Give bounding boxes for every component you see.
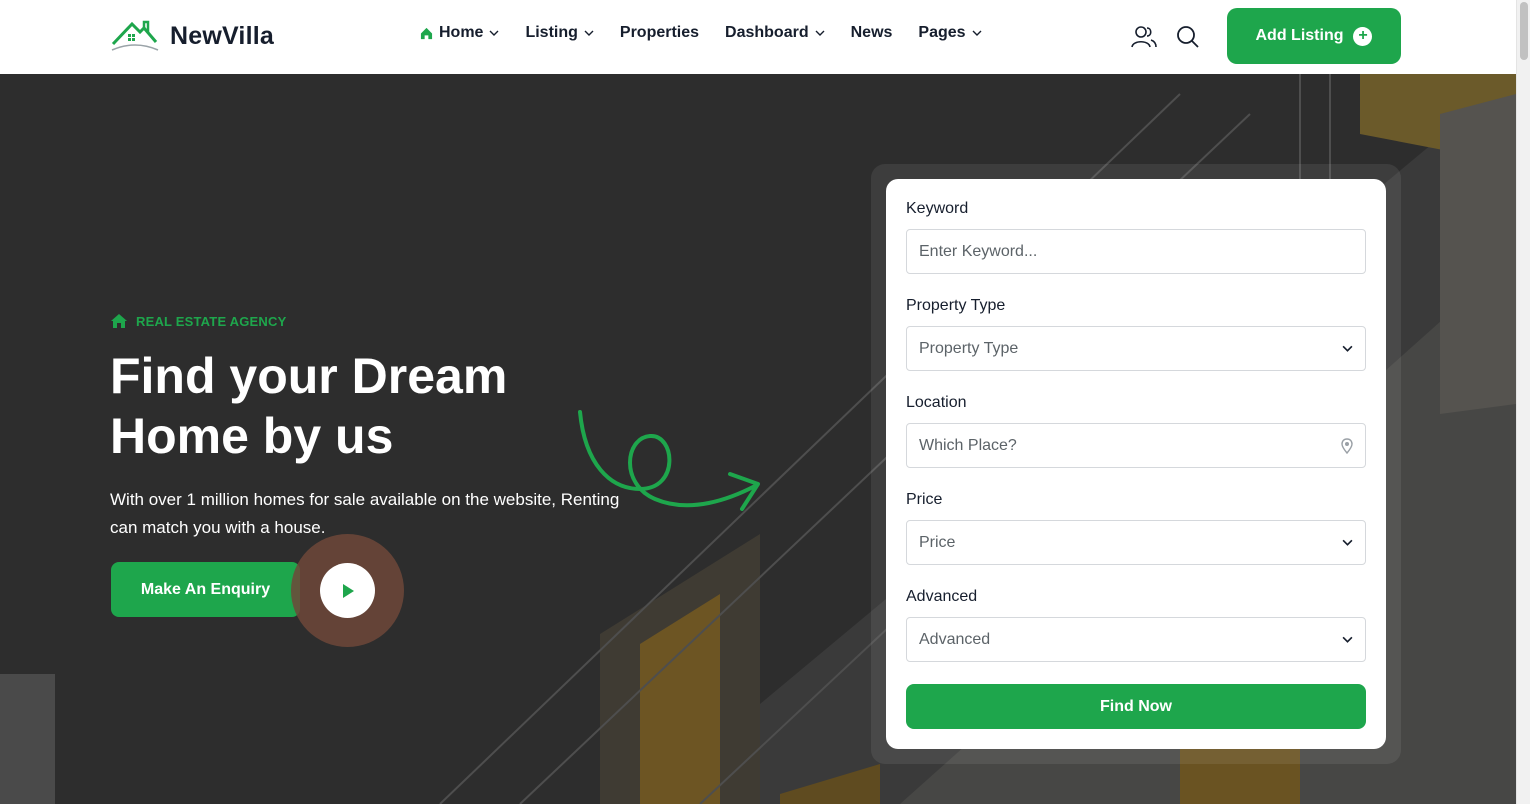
scrollbar-thumb[interactable] [1520, 2, 1528, 60]
price-value: Price [919, 533, 956, 551]
nav-label-news: News [850, 24, 893, 41]
chevron-down-icon [1342, 345, 1353, 352]
chevron-down-icon [972, 30, 982, 36]
home-icon [420, 27, 433, 39]
page-scrollbar[interactable] [1516, 0, 1530, 804]
chevron-down-icon [1342, 539, 1353, 546]
add-listing-button[interactable]: Add Listing + [1227, 8, 1401, 64]
make-enquiry-button[interactable]: Make An Enquiry [111, 562, 300, 617]
nav-item-listing[interactable]: Listing [525, 24, 594, 42]
house-icon [111, 314, 127, 328]
chevron-down-icon [1342, 636, 1353, 643]
nav-item-properties[interactable]: Properties [620, 24, 699, 42]
play-circle [320, 563, 375, 618]
house-logo-icon [111, 20, 159, 51]
search-icon[interactable] [1175, 24, 1201, 50]
keyword-input[interactable]: Enter Keyword... [906, 229, 1366, 274]
nav-label-home: Home [439, 24, 484, 41]
nav-item-home[interactable]: Home [420, 24, 499, 42]
curly-arrow-icon [578, 410, 760, 511]
hero-section: REAL ESTATE AGENCY Find your Dream Home … [0, 74, 1516, 804]
price-select[interactable]: Price [906, 520, 1366, 565]
keyword-placeholder: Enter Keyword... [919, 242, 1038, 260]
main-nav: Home Listing Properties Dashboard News P… [420, 24, 1008, 42]
eyebrow-tag: REAL ESTATE AGENCY [110, 313, 286, 329]
nav-label-listing: Listing [525, 24, 578, 41]
map-pin-icon [1341, 437, 1353, 454]
property-type-value: Property Type [919, 339, 1019, 357]
nav-item-dashboard[interactable]: Dashboard [725, 24, 825, 42]
play-icon [342, 583, 354, 598]
plus-icon: + [1353, 26, 1373, 46]
find-now-label: Find Now [1100, 697, 1172, 715]
location-input[interactable]: Which Place? [906, 423, 1366, 468]
logo[interactable]: NewVilla [110, 18, 274, 54]
play-video-button[interactable] [291, 534, 404, 647]
keyword-label: Keyword [906, 200, 969, 217]
location-placeholder: Which Place? [919, 436, 1017, 454]
nav-label-properties: Properties [619, 24, 700, 41]
property-type-select[interactable]: Property Type [906, 326, 1366, 371]
add-listing-label: Add Listing [1255, 27, 1344, 44]
user-icon[interactable] [1131, 24, 1157, 50]
logo-text: NewVilla [170, 21, 274, 50]
chevron-down-icon [815, 30, 825, 36]
find-now-button[interactable]: Find Now [906, 684, 1366, 729]
site-header: NewVilla Home Listing Properties Dashboa… [0, 0, 1530, 74]
nav-label-pages: Pages [918, 24, 966, 41]
chevron-down-icon [584, 30, 594, 36]
advanced-select[interactable]: Advanced [906, 617, 1366, 662]
advanced-value: Advanced [919, 630, 991, 648]
hero-subtext: With over 1 million homes for sale avail… [110, 490, 620, 537]
eyebrow-text: REAL ESTATE AGENCY [136, 313, 287, 329]
location-label: Location [906, 394, 967, 411]
chevron-down-icon [489, 30, 499, 36]
nav-item-news[interactable]: News [851, 24, 893, 42]
advanced-label: Advanced [906, 588, 978, 605]
make-enquiry-label: Make An Enquiry [140, 580, 271, 598]
price-label: Price [906, 491, 943, 508]
hero-headline: Find your Dream Home by us [110, 348, 508, 464]
search-form: Keyword Enter Keyword... Property Type P… [886, 179, 1386, 749]
nav-item-pages[interactable]: Pages [918, 24, 982, 42]
property-type-label: Property Type [906, 297, 1006, 314]
nav-label-dashboard: Dashboard [725, 24, 809, 41]
